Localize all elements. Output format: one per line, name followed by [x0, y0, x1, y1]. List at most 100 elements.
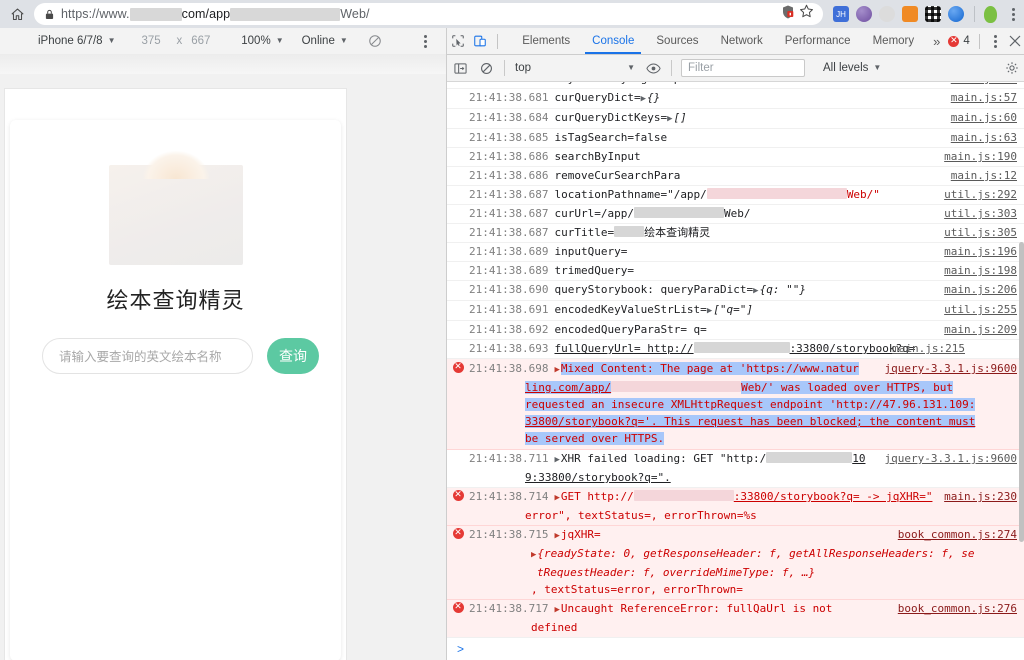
console-filter-input[interactable]: [681, 59, 805, 77]
device-selector[interactable]: iPhone 6/7/8 ▼: [38, 35, 116, 47]
tab-console[interactable]: Console: [581, 28, 645, 54]
settings-gear-icon[interactable]: [999, 55, 1024, 81]
console-message[interactable]: 21:41:38.689 inputQuery= main.js:196: [447, 243, 1024, 262]
extension-globe-icon[interactable]: [948, 6, 964, 22]
address-bar[interactable]: https://www. com/app Web/: [34, 3, 823, 25]
message-source-link[interactable]: util.js:305: [944, 224, 1017, 241]
tab-memory[interactable]: Memory: [862, 28, 926, 54]
message-source-link[interactable]: main.js:215: [892, 340, 965, 357]
live-expression-icon[interactable]: [640, 55, 666, 81]
query-button[interactable]: 查询: [267, 338, 319, 374]
extension-orange-icon[interactable]: [902, 6, 918, 22]
expand-arrow-icon[interactable]: ▶: [707, 306, 712, 316]
console-message[interactable]: 21:41:38.690 queryStorybook: queryParaDi…: [447, 281, 1024, 301]
console-input-prompt[interactable]: >: [447, 637, 1024, 660]
message-source-link[interactable]: jquery-3.3.1.js:9600: [885, 450, 1017, 467]
network-throttling-selector[interactable]: Online ▼: [302, 35, 348, 47]
extension-jh-icon[interactable]: JH: [833, 6, 849, 22]
message-source-link[interactable]: main.js:54: [951, 82, 1017, 87]
console-message[interactable]: 21:41:38.691 encodedKeyValueStrList=▶["q…: [447, 301, 1024, 321]
console-message[interactable]: 21:41:38.686 searchByInput main.js:190: [447, 148, 1024, 167]
profile-avatar[interactable]: [984, 5, 997, 23]
expand-arrow-icon[interactable]: ▶: [554, 605, 559, 615]
console-message[interactable]: 21:41:38.684 curQueryDictKeys=▶[] main.j…: [447, 109, 1024, 129]
console-message-error[interactable]: ✕ 21:41:38.717 ▶Uncaught ReferenceError:…: [447, 600, 1024, 637]
message-source-link[interactable]: main.js:206: [944, 281, 1017, 298]
inspect-element-icon[interactable]: [447, 28, 469, 54]
message-text: trySearchByTagOrInput: [554, 82, 693, 85]
devtools-menu-icon[interactable]: [987, 27, 1005, 55]
error-count-label: 4: [963, 35, 970, 47]
bookmark-star-icon[interactable]: [798, 3, 815, 25]
expand-arrow-icon[interactable]: ▶: [667, 114, 672, 124]
extension-gear-icon[interactable]: [879, 6, 895, 22]
console-message[interactable]: 21:41:38.687 curTitle= 绘本查询精灵 util.js:305: [447, 224, 1024, 243]
console-sidebar-icon[interactable]: [447, 55, 473, 81]
toggle-device-toolbar-icon[interactable]: [469, 28, 491, 54]
home-icon[interactable]: [0, 0, 34, 28]
message-source-link[interactable]: jquery-3.3.1.js:9600: [885, 360, 1017, 377]
message-source-link[interactable]: util.js:292: [944, 186, 1017, 203]
console-scrollbar[interactable]: [1018, 82, 1024, 637]
viewport-height-input[interactable]: 667: [191, 35, 217, 47]
extension-purple-icon[interactable]: [856, 6, 872, 22]
close-devtools-icon[interactable]: [1005, 28, 1024, 54]
console-message[interactable]: 21:41:38.685 isTagSearch=false main.js:6…: [447, 129, 1024, 148]
message-source-link[interactable]: main.js:12: [951, 167, 1017, 184]
clear-console-icon[interactable]: [473, 55, 499, 81]
tab-sources[interactable]: Sources: [645, 28, 709, 54]
message-body: isTagSearch=false main.js:63: [548, 129, 1024, 147]
message-source-link[interactable]: util.js:303: [944, 205, 1017, 222]
zoom-selector[interactable]: 100% ▼: [241, 35, 283, 47]
error-count-badge[interactable]: ✕ 4: [948, 35, 971, 47]
message-source-link[interactable]: util.js:255: [944, 301, 1017, 318]
expand-arrow-icon[interactable]: ▶: [554, 493, 559, 503]
extension-qrcode-icon[interactable]: [925, 6, 941, 22]
message-source-link[interactable]: main.js:60: [951, 109, 1017, 126]
message-source-link[interactable]: main.js:57: [951, 89, 1017, 106]
search-input[interactable]: [42, 338, 253, 374]
tab-network[interactable]: Network: [710, 28, 774, 54]
tab-performance[interactable]: Performance: [774, 28, 862, 54]
console-message-error[interactable]: ✕ 21:41:38.715 ▶jqXHR= book_common.js:27…: [447, 526, 1024, 600]
console-message[interactable]: 21:41:38.692 encodedQueryParaStr= q= mai…: [447, 321, 1024, 340]
message-source-link[interactable]: main.js:63: [951, 129, 1017, 146]
expand-arrow-icon[interactable]: ▶: [753, 286, 758, 296]
expand-arrow-icon[interactable]: ▶: [531, 550, 536, 560]
expand-arrow-icon[interactable]: ▶: [554, 531, 559, 541]
message-source-link[interactable]: book_common.js:274: [898, 526, 1017, 543]
expand-arrow-icon[interactable]: ▶: [554, 365, 559, 375]
expand-arrow-icon[interactable]: ▶: [554, 455, 559, 465]
message-source-link[interactable]: main.js:196: [944, 243, 1017, 260]
expand-arrow-icon[interactable]: ▶: [641, 94, 646, 104]
stack-frame[interactable]: at debugDisplayErrorInfo (book_common.js…: [447, 636, 1024, 637]
console-message[interactable]: 21:41:38.693 fullQueryUrl= http://:33800…: [447, 340, 1024, 359]
console-message[interactable]: 21:41:38.687 curUrl=/app/Web/ util.js:30…: [447, 205, 1024, 224]
prompt-caret-icon: >: [457, 642, 465, 656]
message-source-link[interactable]: main.js:209: [944, 321, 1017, 338]
console-message[interactable]: 21:41:38.680 trySearchByTagOrInput main.…: [447, 82, 1024, 89]
console-log-list[interactable]: 21:41:38.680 trySearchByTagOrInput main.…: [447, 82, 1024, 637]
console-message[interactable]: 21:41:38.711 ▶XHR failed loading: GET "h…: [447, 450, 1024, 488]
message-source-link[interactable]: main.js:230: [944, 488, 1017, 505]
browser-menu-icon[interactable]: [1002, 0, 1024, 28]
viewport-width-input[interactable]: 375: [142, 35, 168, 47]
console-message[interactable]: 21:41:38.689 trimedQuery= main.js:198: [447, 262, 1024, 281]
message-source-link[interactable]: main.js:198: [944, 262, 1017, 279]
device-screen[interactable]: 绘本查询精灵 查询: [4, 88, 347, 660]
more-tabs-icon[interactable]: »: [925, 28, 948, 54]
no-throttling-icon[interactable]: [368, 34, 382, 48]
execution-context-selector[interactable]: top ▼: [510, 59, 640, 77]
message-source-link[interactable]: main.js:190: [944, 148, 1017, 165]
console-message-error[interactable]: ✕ 21:41:38.698 ▶Mixed Content: The page …: [447, 359, 1024, 450]
console-message[interactable]: 21:41:38.681 curQueryDict=▶{} main.js:57: [447, 89, 1024, 109]
console-scrollbar-thumb[interactable]: [1019, 242, 1024, 542]
device-toolbar-menu-icon[interactable]: [414, 27, 436, 55]
console-message-error[interactable]: ✕ 21:41:38.714 ▶GET http://:33800/storyb…: [447, 488, 1024, 526]
console-message[interactable]: 21:41:38.686 removeCurSearchPara main.js…: [447, 167, 1024, 186]
shield-warning-icon[interactable]: [780, 4, 796, 25]
message-source-link[interactable]: book_common.js:276: [898, 600, 1017, 617]
log-level-selector[interactable]: All levels ▼: [823, 62, 881, 74]
tab-elements[interactable]: Elements: [511, 28, 581, 54]
console-message[interactable]: 21:41:38.687 locationPathname="/app/Web/…: [447, 186, 1024, 205]
